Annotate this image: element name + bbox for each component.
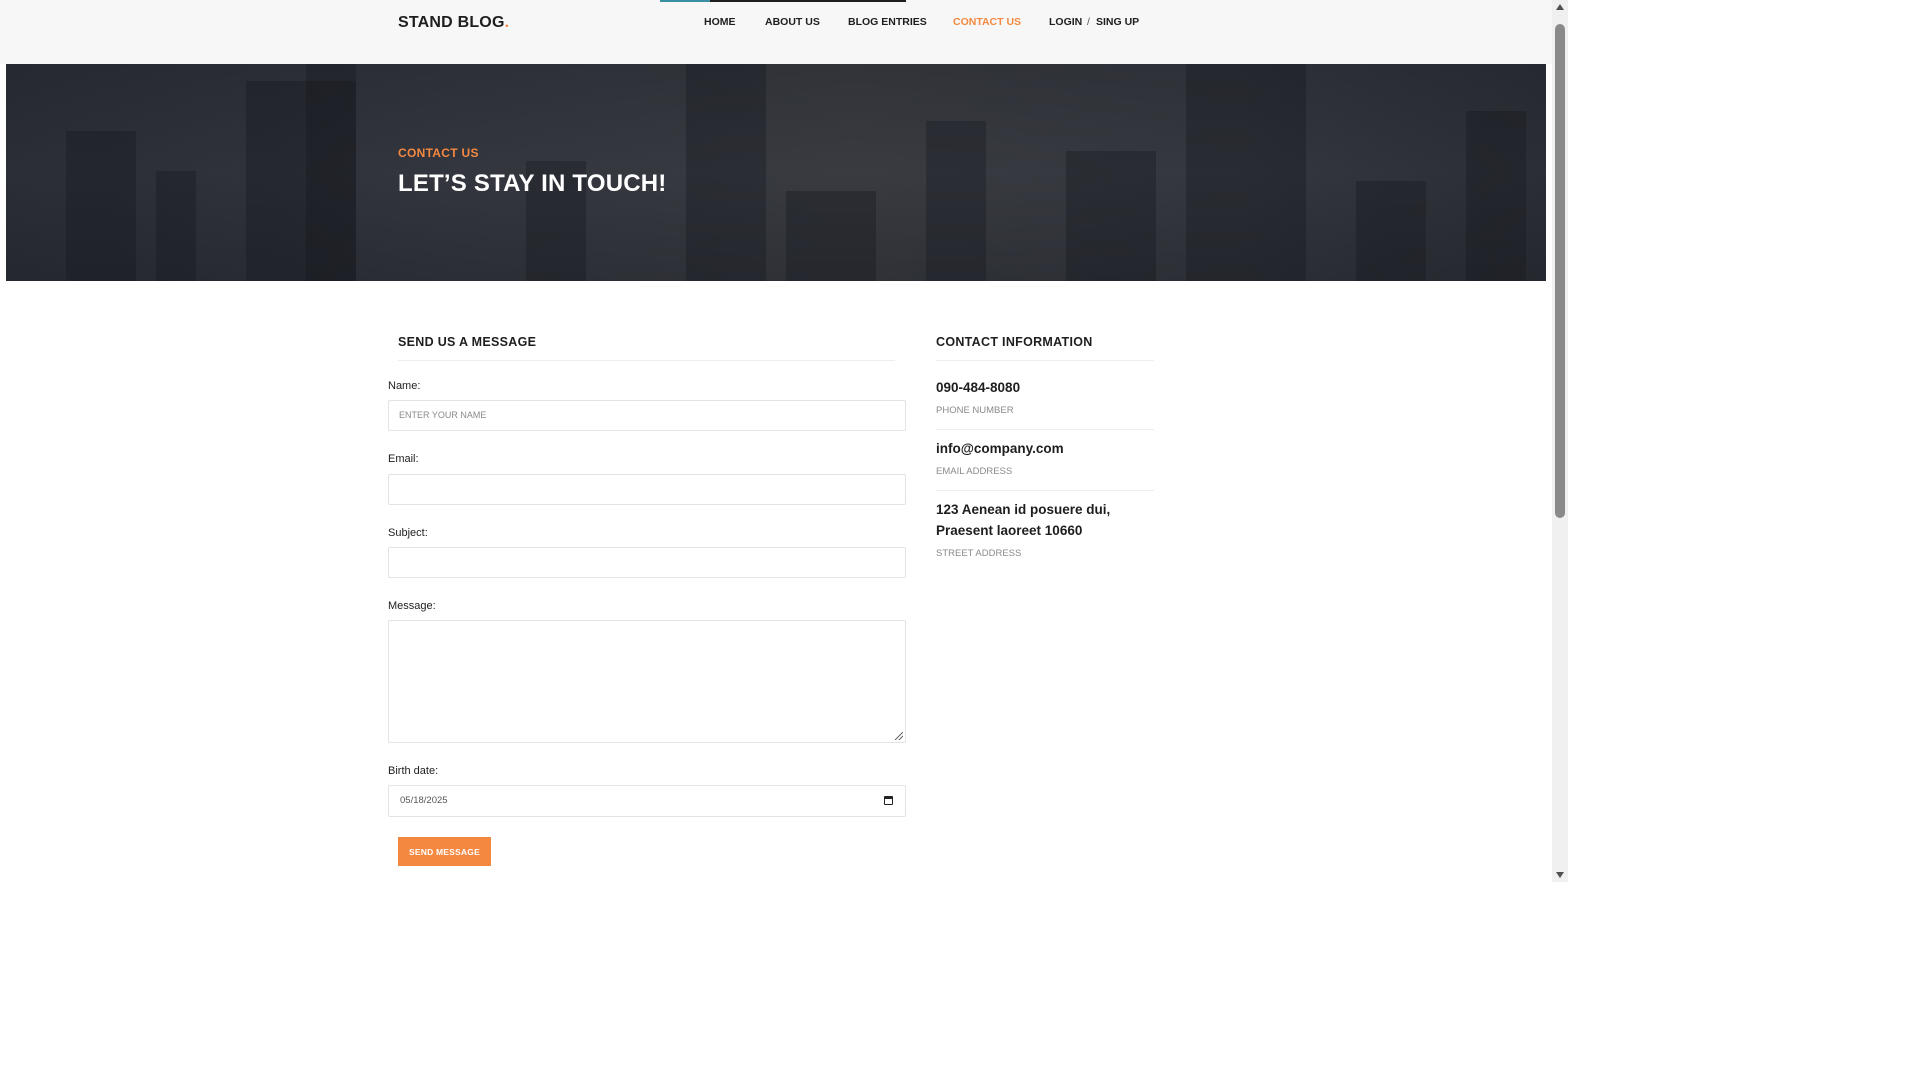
- nav-blog-entries[interactable]: BLOG ENTRIES: [848, 16, 927, 28]
- nav-contact-us[interactable]: CONTACT US: [953, 16, 1021, 28]
- nav-sign-up[interactable]: SING UP: [1096, 16, 1139, 28]
- phone-number: 090-484-8080: [936, 380, 1021, 395]
- message-label: Message:: [388, 600, 436, 612]
- birth-date-value: 05/18/2025: [400, 795, 448, 806]
- nav-home[interactable]: HOME: [704, 16, 736, 28]
- email-label: Email:: [388, 453, 419, 465]
- email-caption: EMAIL ADDRESS: [936, 466, 1013, 477]
- nav-about-us[interactable]: ABOUT US: [765, 16, 820, 28]
- name-label: Name:: [388, 380, 421, 392]
- form-title: SEND US A MESSAGE: [398, 335, 537, 349]
- site-logo[interactable]: STAND BLOG.: [398, 14, 509, 32]
- info-divider: [936, 490, 1154, 491]
- nav-separator: /: [1087, 16, 1090, 28]
- calendar-icon[interactable]: [884, 796, 893, 805]
- info-divider: [936, 429, 1154, 430]
- subject-input[interactable]: [388, 547, 906, 578]
- scrollbar-thumb[interactable]: [1555, 24, 1565, 518]
- site-header: STAND BLOG. HOME ABOUT US BLOG ENTRIES C…: [0, 0, 1552, 64]
- email-input[interactable]: [388, 474, 906, 505]
- street-address-line1: 123 Aenean id posuere dui,: [936, 502, 1111, 517]
- scroll-up-icon[interactable]: [1556, 4, 1564, 10]
- name-input[interactable]: ENTER YOUR NAME: [388, 400, 906, 431]
- contact-info-divider: [936, 360, 1154, 361]
- send-message-button[interactable]: SEND MESSAGE: [398, 837, 491, 866]
- hero-title: LET’S STAY IN TOUCH!: [398, 170, 667, 197]
- birth-date-label: Birth date:: [388, 765, 439, 777]
- phone-caption: PHONE NUMBER: [936, 405, 1014, 416]
- hero-subtitle: CONTACT US: [398, 146, 479, 160]
- nav-top-indicator: [660, 0, 906, 2]
- subject-label: Subject:: [388, 527, 428, 539]
- email-address[interactable]: info@company.com: [936, 439, 1064, 459]
- logo-dot: .: [504, 14, 510, 31]
- scroll-down-icon[interactable]: [1556, 872, 1564, 878]
- street-address-line2: Praesent laoreet 10660: [936, 523, 1083, 538]
- hero-overlay: [6, 64, 1546, 281]
- nav-top-indicator-accent: [660, 0, 710, 2]
- logo-text: STAND BLOG: [398, 14, 505, 31]
- page-hero-banner: CONTACT US LET’S STAY IN TOUCH!: [6, 64, 1546, 281]
- page-scrollbar[interactable]: [1552, 0, 1568, 882]
- name-placeholder: ENTER YOUR NAME: [399, 410, 487, 420]
- message-textarea[interactable]: [388, 620, 906, 743]
- street-address-caption: STREET ADDRESS: [936, 548, 1022, 559]
- birth-date-input[interactable]: 05/18/2025: [388, 785, 906, 817]
- nav-login[interactable]: LOGIN: [1049, 16, 1082, 28]
- contact-info-title: CONTACT INFORMATION: [936, 335, 1093, 349]
- resize-handle-icon[interactable]: [895, 732, 903, 740]
- form-title-divider: [398, 360, 895, 361]
